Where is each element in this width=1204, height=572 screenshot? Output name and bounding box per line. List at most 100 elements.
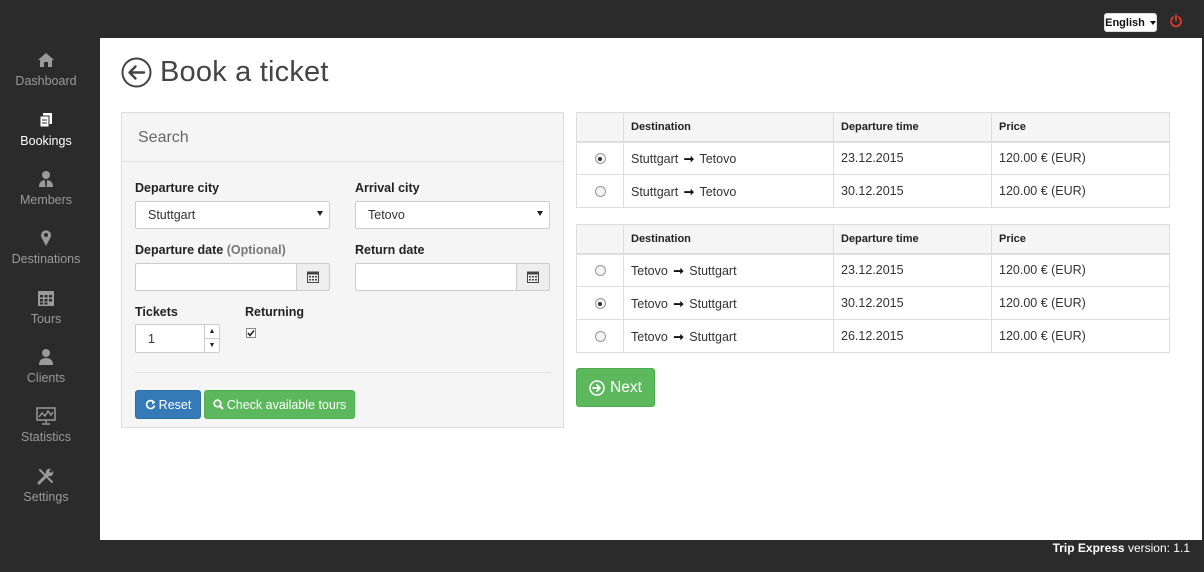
route-from: Stuttgart [631,184,679,199]
search-panel-heading: Search [122,113,563,162]
departure-date-group [135,263,330,291]
outbound-tours-table: Destination Departure time Price Stuttga… [576,112,1170,208]
return-date-label: Return date [355,243,425,257]
language-dropdown[interactable]: English [1104,13,1157,32]
check-available-tours-button[interactable]: Check available tours [204,390,355,419]
sidebar-item-members[interactable]: Members [0,169,92,225]
sidebar-item-destinations[interactable]: Destinations [0,228,92,284]
tickets-stepper[interactable]: 1 ▲ ▼ [135,324,220,353]
tour-radio[interactable] [594,186,606,198]
return-date-input[interactable] [355,263,516,291]
returning-checkbox[interactable] [246,328,256,338]
departure-time: 30.12.2015 [833,174,992,208]
sidebar: Dashboard Bookings Members Destinations … [0,38,100,540]
tour-radio[interactable] [594,265,606,277]
checkmark-icon [247,330,255,337]
table-row[interactable]: Tetovo ➞ Stuttgart 23.12.2015 120.00 € (… [576,253,1170,287]
map-marker-icon [36,228,56,248]
returning-label: Returning [245,305,305,319]
chevron-down-icon [317,211,323,216]
sidebar-item-label: Dashboard [15,74,77,88]
table-header-row: Destination Departure time Price [576,112,1170,143]
page-title-text: Book a ticket [160,56,329,88]
caret-down-icon [1149,20,1156,25]
check-available-tours-label: Check available tours [226,397,347,412]
arrow-right-icon: ➞ [683,151,695,166]
sidebar-item-statistics[interactable]: Statistics [0,406,92,462]
user-icon [36,347,56,367]
arrival-city-select[interactable]: Tetovo [355,201,550,229]
departure-date-label-text: Departure date [135,243,224,257]
tour-radio[interactable] [594,298,606,310]
departure-city-label: Departure city [135,181,220,195]
table-header [576,112,624,143]
next-button[interactable]: Next [576,368,655,407]
sidebar-item-label: Bookings [20,134,72,148]
table-row[interactable]: Stuttgart ➞ Tetovo 30.12.2015 120.00 € (… [576,174,1170,208]
sidebar-item-settings[interactable]: Settings [0,466,92,522]
version-text: version: 1.1 [1127,541,1190,555]
table-header: Departure time [833,112,992,143]
route-to: Stuttgart [689,329,737,344]
table-header: Departure time [833,224,992,255]
chevron-down-icon [537,211,543,216]
language-label: English [1105,16,1145,29]
top-bar: English [0,0,1204,38]
table-row[interactable]: Stuttgart ➞ Tetovo 23.12.2015 120.00 € (… [576,141,1170,175]
sidebar-item-clients[interactable]: Clients [0,347,92,403]
price: 120.00 € (EUR) [991,141,1170,175]
table-row[interactable]: Tetovo ➞ Stuttgart 26.12.2015 120.00 € (… [576,319,1170,353]
tickets-value: 1 [148,332,155,346]
optional-tag: (Optional) [226,243,286,257]
sidebar-item-tours[interactable]: Tours [0,288,92,344]
search-icon [213,399,224,410]
table-header: Destination [623,112,834,143]
departure-date-input[interactable] [135,263,296,291]
footer: Trip Express version: 1.1 [1053,541,1190,555]
sidebar-item-label: Statistics [20,430,71,444]
wrench-icon [36,466,56,486]
sidebar-item-label: Settings [23,490,69,504]
departure-city-select[interactable]: Stuttgart [135,201,330,229]
departure-date-picker-button[interactable] [296,263,330,291]
home-icon [36,50,56,70]
route-to: Stuttgart [689,296,737,311]
arrow-circle-right-icon [589,379,605,396]
calendar-icon [527,271,539,283]
sidebar-item-label: Destinations [11,252,81,266]
reset-label: Reset [158,397,192,412]
sidebar-item-dashboard[interactable]: Dashboard [0,50,92,106]
table-header: Destination [623,224,834,255]
return-date-picker-button[interactable] [516,263,550,291]
brand-name: Trip Express [1052,541,1125,555]
return-tours-table: Destination Departure time Price Tetovo … [576,224,1170,353]
table-header-row: Destination Departure time Price [576,224,1170,255]
arrow-right-icon: ➞ [673,263,684,278]
increment-button[interactable]: ▲ [205,325,219,339]
arrow-right-icon: ➞ [673,296,684,311]
calendar-icon [36,288,56,308]
tour-radio[interactable] [594,153,606,165]
refresh-icon [145,399,155,410]
reset-button[interactable]: Reset [135,390,201,419]
route-from: Tetovo [631,329,668,344]
price: 120.00 € (EUR) [991,174,1170,208]
arrival-city-label: Arrival city [355,181,420,195]
power-icon[interactable] [1169,14,1183,28]
route-to: Tetovo [699,184,737,199]
price: 120.00 € (EUR) [991,319,1170,353]
table-row[interactable]: Tetovo ➞ Stuttgart 30.12.2015 120.00 € (… [576,286,1170,320]
departure-time: 30.12.2015 [833,286,992,320]
table-header: Price [991,224,1170,255]
page-title: Book a ticket [121,56,329,89]
tickets-label: Tickets [135,305,178,319]
table-header: Price [991,112,1170,143]
sidebar-item-bookings[interactable]: Bookings [0,110,92,166]
arrival-city-value: Tetovo [368,208,405,222]
departure-city-value: Stuttgart [148,208,196,222]
route-from: Tetovo [631,296,668,311]
decrement-button[interactable]: ▼ [205,339,219,352]
back-arrow-icon[interactable] [121,57,152,88]
tour-radio[interactable] [594,331,606,343]
sidebar-item-label: Tours [30,312,62,326]
